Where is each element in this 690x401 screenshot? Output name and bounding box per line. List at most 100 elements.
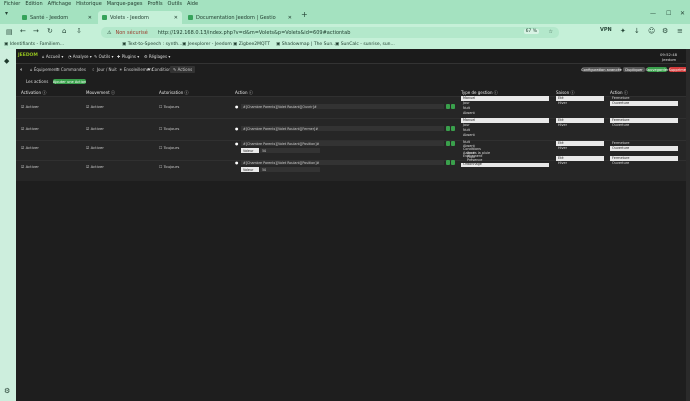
etat-option[interactable]: Ouverture bbox=[610, 123, 678, 128]
tab-jour-nuit[interactable]: ☾ Jour / Nuit bbox=[92, 67, 117, 72]
sidebar-settings-icon[interactable]: ⚙ bbox=[4, 387, 10, 395]
activation-checkbox[interactable]: ☑ Activer bbox=[21, 126, 39, 131]
menu-affichage[interactable]: Affichage bbox=[48, 1, 72, 7]
back-icon[interactable]: ← bbox=[20, 27, 26, 35]
nav-analyse[interactable]: ◔ Analyse ▾ bbox=[68, 54, 92, 59]
nav-plugins[interactable]: ✚ Plugins ▾ bbox=[117, 54, 139, 59]
activation-checkbox[interactable]: ☑ Activer bbox=[21, 104, 39, 109]
etat-select[interactable]: Fermeture Ouverture bbox=[610, 118, 678, 128]
etat-option[interactable]: Ouverture bbox=[610, 101, 678, 106]
home-icon[interactable]: ⌂ bbox=[62, 27, 66, 35]
etat-select[interactable]: Fermeture Ouverture bbox=[610, 156, 678, 166]
select-command-button[interactable] bbox=[446, 160, 450, 165]
autorisation-checkbox[interactable]: ☐ Toujours bbox=[159, 104, 179, 109]
vpn-badge[interactable]: VPN bbox=[600, 27, 612, 33]
saison-option[interactable]: Hiver bbox=[556, 123, 604, 128]
menu-profils[interactable]: Profils bbox=[147, 1, 162, 7]
page-scrollbar[interactable] bbox=[686, 49, 690, 401]
advanced-config-button[interactable]: Configuration avancée bbox=[581, 67, 622, 72]
etat-option[interactable]: Ouverture bbox=[610, 146, 678, 151]
user-name[interactable]: Jeedom bbox=[662, 57, 676, 62]
saison-select[interactable]: Eté Hiver bbox=[556, 156, 604, 166]
add-action-button[interactable]: Ajouter une Action bbox=[53, 79, 86, 84]
config-command-button[interactable] bbox=[451, 160, 455, 165]
tab-documentation[interactable]: Documentation Jeedom | Gestio ✕ bbox=[184, 11, 296, 24]
menu-aide[interactable]: Aide bbox=[187, 1, 198, 7]
sidebar-toggle-icon[interactable]: ▤ bbox=[6, 28, 13, 36]
tab-commandes[interactable]: ☰ Commandes bbox=[56, 67, 86, 72]
mouvement-checkbox[interactable]: ☑ Activer bbox=[86, 164, 104, 169]
nav-outils[interactable]: ✎ Outils ▾ bbox=[94, 54, 113, 59]
back-arrow-icon[interactable]: ⏴ bbox=[20, 67, 22, 72]
gestion-multiselect[interactable]: Apres la pluie Pluie Présence Ordonnage bbox=[461, 151, 549, 167]
jeedom-logo[interactable]: JEEDOM bbox=[18, 53, 38, 58]
action-toggle-icon[interactable]: ● bbox=[235, 104, 238, 109]
close-icon[interactable]: ✕ bbox=[288, 15, 292, 21]
action-command-input[interactable]: #[Chambre Parents][Volet Roulant][Ouvrir… bbox=[241, 104, 444, 109]
insecure-warning-icon[interactable]: ⚠ bbox=[107, 30, 111, 36]
account-icon[interactable]: ☺ bbox=[648, 27, 655, 35]
mouvement-checkbox[interactable]: ☑ Activer bbox=[86, 104, 104, 109]
saison-option[interactable]: Hiver bbox=[556, 146, 604, 151]
autorisation-checkbox[interactable]: ☐ Toujours bbox=[159, 164, 179, 169]
sidebar-extension-icon[interactable]: ◆ bbox=[4, 57, 9, 65]
action-toggle-icon[interactable]: ● bbox=[235, 126, 238, 131]
nav-accueil[interactable]: ⌂ Accueil ▾ bbox=[42, 54, 63, 59]
saison-option[interactable]: Hiver bbox=[556, 161, 604, 166]
saison-option[interactable]: Hiver bbox=[556, 101, 604, 106]
menu-fichier[interactable]: Fichier bbox=[4, 1, 20, 7]
select-command-button[interactable] bbox=[446, 126, 450, 131]
tab-volets[interactable]: Volets - Jeedom ✕ bbox=[98, 11, 182, 24]
action-toggle-icon[interactable]: ● bbox=[235, 141, 238, 146]
etat-select[interactable]: Fermeture Ouverture bbox=[610, 96, 678, 106]
settings-icon[interactable]: ⚙ bbox=[662, 27, 668, 35]
mouvement-checkbox[interactable]: ☑ Activer bbox=[86, 145, 104, 150]
saison-select[interactable]: Eté Hiver bbox=[556, 96, 604, 106]
saison-select[interactable]: Eté Hiver bbox=[556, 118, 604, 128]
config-command-button[interactable] bbox=[451, 104, 455, 109]
maximize-icon[interactable]: ☐ bbox=[666, 10, 671, 17]
tab-list-icon[interactable]: ▾ bbox=[5, 10, 8, 17]
tab-actions[interactable]: ✎ Actions bbox=[170, 66, 196, 73]
config-command-button[interactable] bbox=[451, 141, 455, 146]
menu-icon[interactable]: ≡ bbox=[677, 27, 683, 35]
bookmark-zigbee2mqtt[interactable]: ▣ Zigbee2MQTT bbox=[233, 42, 270, 47]
new-tab-icon[interactable]: + bbox=[301, 10, 308, 19]
minimize-icon[interactable]: — bbox=[650, 10, 656, 17]
select-command-button[interactable] bbox=[446, 104, 450, 109]
bookmark-star-icon[interactable]: ☆ bbox=[549, 29, 553, 35]
menu-edition[interactable]: Edition bbox=[25, 1, 42, 7]
gestion-option[interactable]: Absent bbox=[461, 133, 549, 138]
tab-sante[interactable]: Santé - Jeedom ✕ bbox=[18, 11, 96, 24]
config-command-button[interactable] bbox=[451, 126, 455, 131]
url-bar[interactable]: ⚠ Non sécurisé http://192.168.0.13/index… bbox=[101, 27, 559, 38]
bookmark-suncalc[interactable]: ▣ SunCalc - sunrise, sun... bbox=[335, 42, 395, 47]
close-icon[interactable]: ✕ bbox=[174, 15, 178, 21]
bookmark-jeexplorer[interactable]: ▣ Jeexplorer - Jeedom bbox=[182, 42, 232, 47]
url-text[interactable]: http://192.168.0.13/index.php?v=d&m=Vole… bbox=[158, 30, 351, 36]
etat-option[interactable]: Ouverture bbox=[610, 161, 678, 166]
gestion-multiselect[interactable]: Manuel Jour Nuit Absent bbox=[461, 118, 549, 138]
forward-icon[interactable]: → bbox=[33, 27, 39, 35]
close-window-icon[interactable]: ✕ bbox=[680, 10, 685, 17]
menu-outils[interactable]: Outils bbox=[168, 1, 182, 7]
action-command-input[interactable]: #[Chambre Parents][Volet Roulant][Fermer… bbox=[241, 126, 444, 131]
duplicate-button[interactable]: Dupliquer bbox=[623, 67, 645, 72]
saison-select[interactable]: Eté Hiver bbox=[556, 141, 604, 151]
menu-historique[interactable]: Historique bbox=[76, 1, 102, 7]
close-icon[interactable]: ✕ bbox=[88, 15, 92, 21]
activation-checkbox[interactable]: ☑ Activer bbox=[21, 145, 39, 150]
bookmark-tts[interactable]: ▣ Text-to-Speech : synth... bbox=[122, 42, 182, 47]
zoom-level[interactable]: 67 % bbox=[523, 29, 539, 34]
action-command-input[interactable]: #[Chambre Parents][Volet Roulant][Positi… bbox=[241, 141, 444, 146]
select-command-button[interactable] bbox=[446, 141, 450, 146]
value-input[interactable]: 50 bbox=[260, 167, 320, 172]
gestion-multiselect[interactable]: Manuel Jour Nuit Absent bbox=[461, 96, 549, 116]
action-command-input[interactable]: #[Chambre Parents][Volet Roulant][Positi… bbox=[241, 160, 444, 165]
bookmark-shadowmap[interactable]: ▣ Shadowmap | The Sun... bbox=[276, 42, 336, 47]
mouvement-checkbox[interactable]: ☑ Activer bbox=[86, 126, 104, 131]
gestion-option[interactable]: Absent bbox=[461, 111, 549, 116]
reload-icon[interactable]: ↻ bbox=[47, 27, 53, 35]
action-toggle-icon[interactable]: ● bbox=[235, 160, 238, 165]
value-input[interactable]: 50 bbox=[260, 148, 320, 153]
